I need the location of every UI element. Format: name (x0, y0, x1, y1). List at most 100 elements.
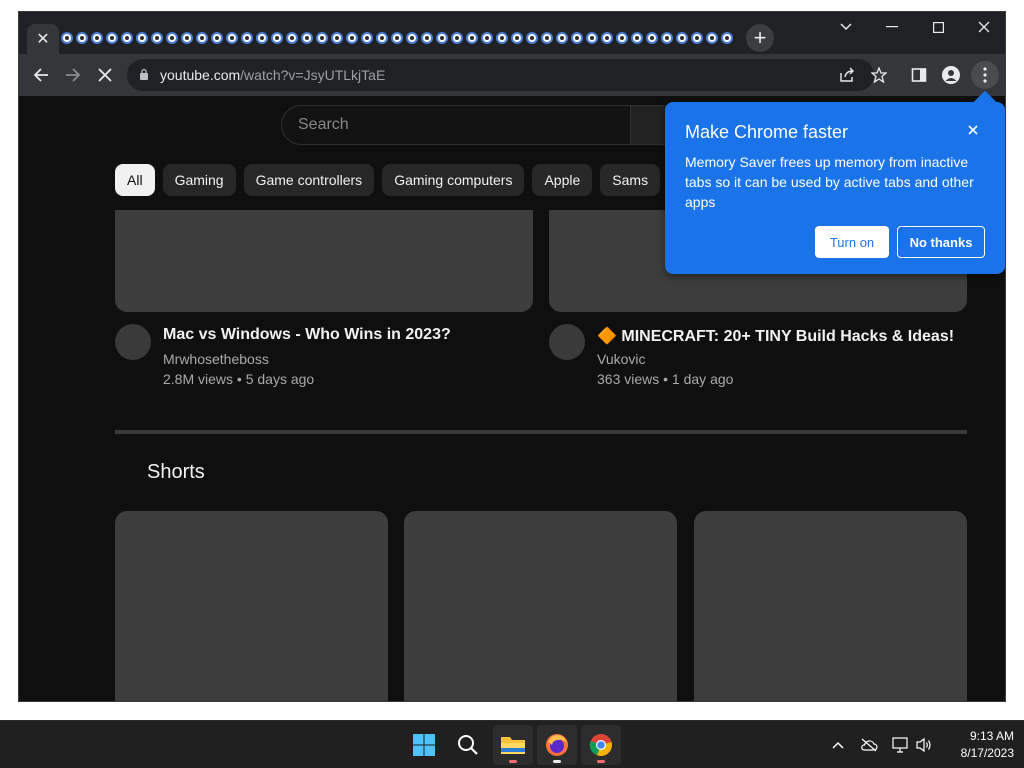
video-title[interactable]: 🔶 MINECRAFT: 20+ TINY Build Hacks & Idea… (597, 326, 954, 346)
short-thumbnail[interactable] (404, 511, 677, 701)
clock-time: 9:13 AM (969, 729, 1014, 743)
address-bar[interactable]: youtube.com/watch?v=JsyUTLkjTaE (127, 59, 887, 91)
network-icon[interactable] (891, 735, 911, 755)
tab-favicon-icon[interactable] (584, 28, 599, 48)
tab-favicon-icon[interactable] (104, 28, 119, 48)
chip-game-controllers[interactable]: Game controllers (243, 164, 375, 196)
share-icon[interactable] (837, 65, 857, 85)
section-divider (115, 430, 967, 434)
clock-date: 8/17/2023 (960, 746, 1014, 760)
chevron-up-icon (832, 741, 844, 749)
tab-favicon-icon[interactable] (314, 28, 329, 48)
tab-favicon-icon[interactable] (359, 28, 374, 48)
chevron-down-icon (840, 23, 852, 31)
tab-favicon-icon[interactable] (344, 28, 359, 48)
firefox-button[interactable] (537, 725, 577, 765)
chip-all[interactable]: All (115, 164, 155, 196)
tab-favicon-icon[interactable] (539, 28, 554, 48)
tab-favicon-icon[interactable] (674, 28, 689, 48)
short-thumbnail[interactable] (115, 511, 388, 701)
video-thumbnail[interactable] (115, 210, 533, 312)
popup-close-button[interactable] (963, 120, 983, 140)
volume-icon[interactable] (914, 735, 934, 755)
minimize-button[interactable] (869, 12, 915, 42)
channel-name[interactable]: Vukovic (597, 351, 646, 367)
chip-gaming[interactable]: Gaming (162, 164, 236, 196)
tab-favicon-icon[interactable] (194, 28, 209, 48)
tab-favicon-icon[interactable] (269, 28, 284, 48)
bookmark-star-icon[interactable] (869, 65, 889, 85)
tab-favicon-icon[interactable] (239, 28, 254, 48)
tab-favicon-icon[interactable] (434, 28, 449, 48)
profile-button[interactable] (937, 61, 965, 89)
tab-favicon-icon[interactable] (419, 28, 434, 48)
start-button[interactable] (404, 725, 444, 765)
tab-favicon-icon[interactable] (494, 28, 509, 48)
channel-avatar[interactable] (115, 324, 151, 360)
tab-favicon-icon[interactable] (374, 28, 389, 48)
chip-apple[interactable]: Apple (532, 164, 593, 196)
tab-favicon-icon[interactable] (59, 28, 74, 48)
tab-favicon-icon[interactable] (329, 28, 344, 48)
back-button[interactable] (27, 61, 55, 89)
tab-favicon-icon[interactable] (254, 28, 269, 48)
tab-favicon-icon[interactable] (404, 28, 419, 48)
search-button[interactable] (448, 725, 488, 765)
turn-on-button[interactable]: Turn on (815, 226, 889, 258)
close-icon (98, 68, 112, 82)
menu-button[interactable] (971, 61, 999, 89)
new-tab-button[interactable]: + (746, 24, 774, 52)
shorts-heading: Shorts (147, 461, 205, 483)
tab-favicon-icon[interactable] (464, 28, 479, 48)
channel-name[interactable]: Mrwhosetheboss (163, 351, 269, 367)
tab-favicon-icon[interactable] (644, 28, 659, 48)
tab-favicon-icon[interactable] (449, 28, 464, 48)
tab-favicon-icon[interactable] (284, 28, 299, 48)
tab-favicon-icon[interactable] (164, 28, 179, 48)
arrow-left-icon (33, 68, 48, 82)
tab-favicon-icon[interactable] (719, 28, 734, 48)
tab-favicon-icon[interactable] (659, 28, 674, 48)
chrome-button[interactable] (581, 725, 621, 765)
tab-favicon-icon[interactable] (299, 28, 314, 48)
minimize-icon (886, 26, 898, 28)
stop-loading-button[interactable] (91, 61, 119, 89)
maximize-button[interactable] (915, 12, 961, 42)
tab-favicon-icon[interactable] (209, 28, 224, 48)
video-title[interactable]: Mac vs Windows - Who Wins in 2023? (163, 326, 451, 344)
tab-favicon-icon[interactable] (119, 28, 134, 48)
show-hidden-icons-button[interactable] (828, 735, 848, 755)
tab-favicon-icon[interactable] (224, 28, 239, 48)
tab-favicon-icon[interactable] (74, 28, 89, 48)
side-panel-button[interactable] (905, 61, 933, 89)
forward-button[interactable] (59, 61, 87, 89)
tab-favicon-icon[interactable] (179, 28, 194, 48)
tab-favicon-icon[interactable] (479, 28, 494, 48)
search-input[interactable]: Search (281, 105, 631, 145)
tab-close-button[interactable]: ✕ (27, 24, 59, 54)
clock[interactable]: 9:13 AM 8/17/2023 (944, 728, 1014, 762)
no-thanks-button[interactable]: No thanks (897, 226, 985, 258)
tab-favicon-icon[interactable] (599, 28, 614, 48)
onedrive-offline-icon[interactable] (859, 735, 879, 755)
tab-favicon-icon[interactable] (509, 28, 524, 48)
tab-favicon-icon[interactable] (689, 28, 704, 48)
chip-gaming-computers[interactable]: Gaming computers (382, 164, 525, 196)
tab-favicon-icon[interactable] (569, 28, 584, 48)
file-explorer-button[interactable] (493, 725, 533, 765)
channel-avatar[interactable] (549, 324, 585, 360)
tab-favicon-icon[interactable] (629, 28, 644, 48)
chip-samsung[interactable]: Sams (600, 164, 661, 196)
tab-search-button[interactable] (823, 12, 869, 42)
tab-favicon-icon[interactable] (89, 28, 104, 48)
url-path: /watch?v=JsyUTLkjTaE (240, 67, 386, 83)
tab-favicon-icon[interactable] (134, 28, 149, 48)
tab-favicon-icon[interactable] (704, 28, 719, 48)
tab-favicon-icon[interactable] (149, 28, 164, 48)
short-thumbnail[interactable] (694, 511, 967, 701)
tab-favicon-icon[interactable] (524, 28, 539, 48)
tab-favicon-icon[interactable] (389, 28, 404, 48)
tab-favicon-icon[interactable] (614, 28, 629, 48)
close-window-button[interactable] (961, 12, 1005, 42)
tab-favicon-icon[interactable] (554, 28, 569, 48)
